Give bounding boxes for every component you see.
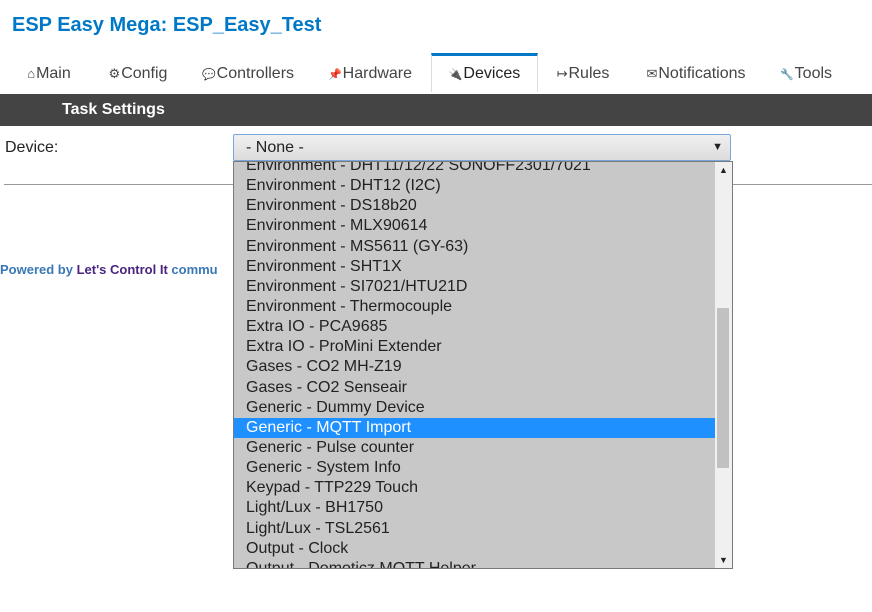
tab-main[interactable]: ⌂Main [18, 55, 80, 91]
tab-label: Config [121, 65, 168, 82]
tab-label: Notifications [658, 65, 746, 82]
device-select[interactable]: - None - ▼ [233, 134, 731, 161]
powered-by: Powered by Let's Control It commu [0, 262, 218, 277]
dropdown-option[interactable]: Environment - MLX90614 [234, 216, 716, 236]
arrow-right-icon: ↦ [556, 66, 568, 81]
powered-suffix: commu [167, 262, 218, 277]
selected-value: - None - [246, 139, 304, 156]
tab-label: Hardware [342, 65, 413, 82]
dropdown-option[interactable]: Gases - CO2 Senseair [234, 378, 716, 398]
tab-label: Main [36, 65, 71, 82]
device-label: Device: [5, 139, 59, 156]
dropdown-option[interactable]: Gases - CO2 MH-Z19 [234, 357, 716, 377]
scrollbar[interactable]: ▲ ▼ [715, 162, 732, 568]
dropdown-option[interactable]: Generic - Pulse counter [234, 438, 716, 458]
tab-tools[interactable]: 🔧Tools [772, 55, 840, 91]
brand-link[interactable]: Let's Control It [77, 262, 168, 277]
nav-tabs: ⌂Main ⚙Config 💬Controllers 📌Hardware 🔌De… [0, 53, 872, 92]
dropdown-arrow-icon: ▼ [712, 141, 723, 153]
tab-label: Rules [568, 65, 610, 82]
tab-controllers[interactable]: 💬Controllers [196, 55, 300, 91]
device-dropdown-list[interactable]: Environment - DHT11/12/22 SONOFF2301/702… [233, 161, 733, 569]
dropdown-option[interactable]: Extra IO - ProMini Extender [234, 337, 716, 357]
dropdown-option[interactable]: Light/Lux - BH1750 [234, 498, 716, 518]
scroll-thumb[interactable] [717, 308, 729, 468]
dropdown-option[interactable]: Generic - MQTT Import [234, 417, 716, 438]
pin-icon: 📌 [327, 69, 342, 81]
tab-rules[interactable]: ↦Rules [548, 55, 618, 91]
dropdown-option[interactable]: Environment - SHT1X [234, 257, 716, 277]
scroll-down-icon[interactable]: ▼ [715, 552, 732, 568]
dropdown-option[interactable]: Output - Domoticz MQTT Helper [234, 559, 716, 568]
home-icon: ⌂ [27, 66, 36, 81]
dropdown-option[interactable]: Light/Lux - TSL2561 [234, 519, 716, 539]
tab-devices[interactable]: 🔌Devices [431, 53, 538, 92]
dropdown-option[interactable]: Environment - DHT11/12/22 SONOFF2301/702… [234, 162, 716, 176]
tab-hardware[interactable]: 📌Hardware [320, 55, 420, 91]
gear-icon: ⚙ [108, 66, 121, 81]
dropdown-option[interactable]: Environment - DS18b20 [234, 196, 716, 216]
speech-bubble-icon: 💬 [201, 69, 216, 81]
plug-icon: 🔌 [448, 69, 463, 81]
dropdown-option[interactable]: Environment - DHT12 (I2C) [234, 176, 716, 196]
dropdown-option[interactable]: Environment - Thermocouple [234, 297, 716, 317]
dropdown-option[interactable]: Environment - MS5611 (GY-63) [234, 237, 716, 257]
dropdown-option[interactable]: Keypad - TTP229 Touch [234, 478, 716, 498]
tab-notifications[interactable]: ✉Notifications [638, 55, 754, 91]
wrench-icon: 🔧 [779, 69, 794, 81]
dropdown-option[interactable]: Generic - Dummy Device [234, 398, 716, 418]
page-title: ESP Easy Mega: ESP_Easy_Test [12, 14, 322, 36]
tab-label: Controllers [216, 65, 295, 82]
dropdown-option[interactable]: Generic - System Info [234, 458, 716, 478]
dropdown-option[interactable]: Output - Clock [234, 539, 716, 559]
dropdown-option[interactable]: Environment - SI7021/HTU21D [234, 277, 716, 297]
scroll-up-icon[interactable]: ▲ [715, 162, 732, 178]
options-list: Environment - DHT11/12/22 SONOFF2301/702… [234, 162, 716, 568]
tab-label: Tools [794, 65, 833, 82]
powered-prefix: Powered by [0, 262, 77, 277]
task-settings-header: Task Settings [0, 94, 872, 126]
tab-label: Devices [463, 65, 521, 82]
section-heading: Task Settings [62, 101, 165, 118]
dropdown-option[interactable]: Extra IO - PCA9685 [234, 317, 716, 337]
tab-config[interactable]: ⚙Config [100, 55, 176, 91]
envelope-icon: ✉ [646, 66, 658, 81]
